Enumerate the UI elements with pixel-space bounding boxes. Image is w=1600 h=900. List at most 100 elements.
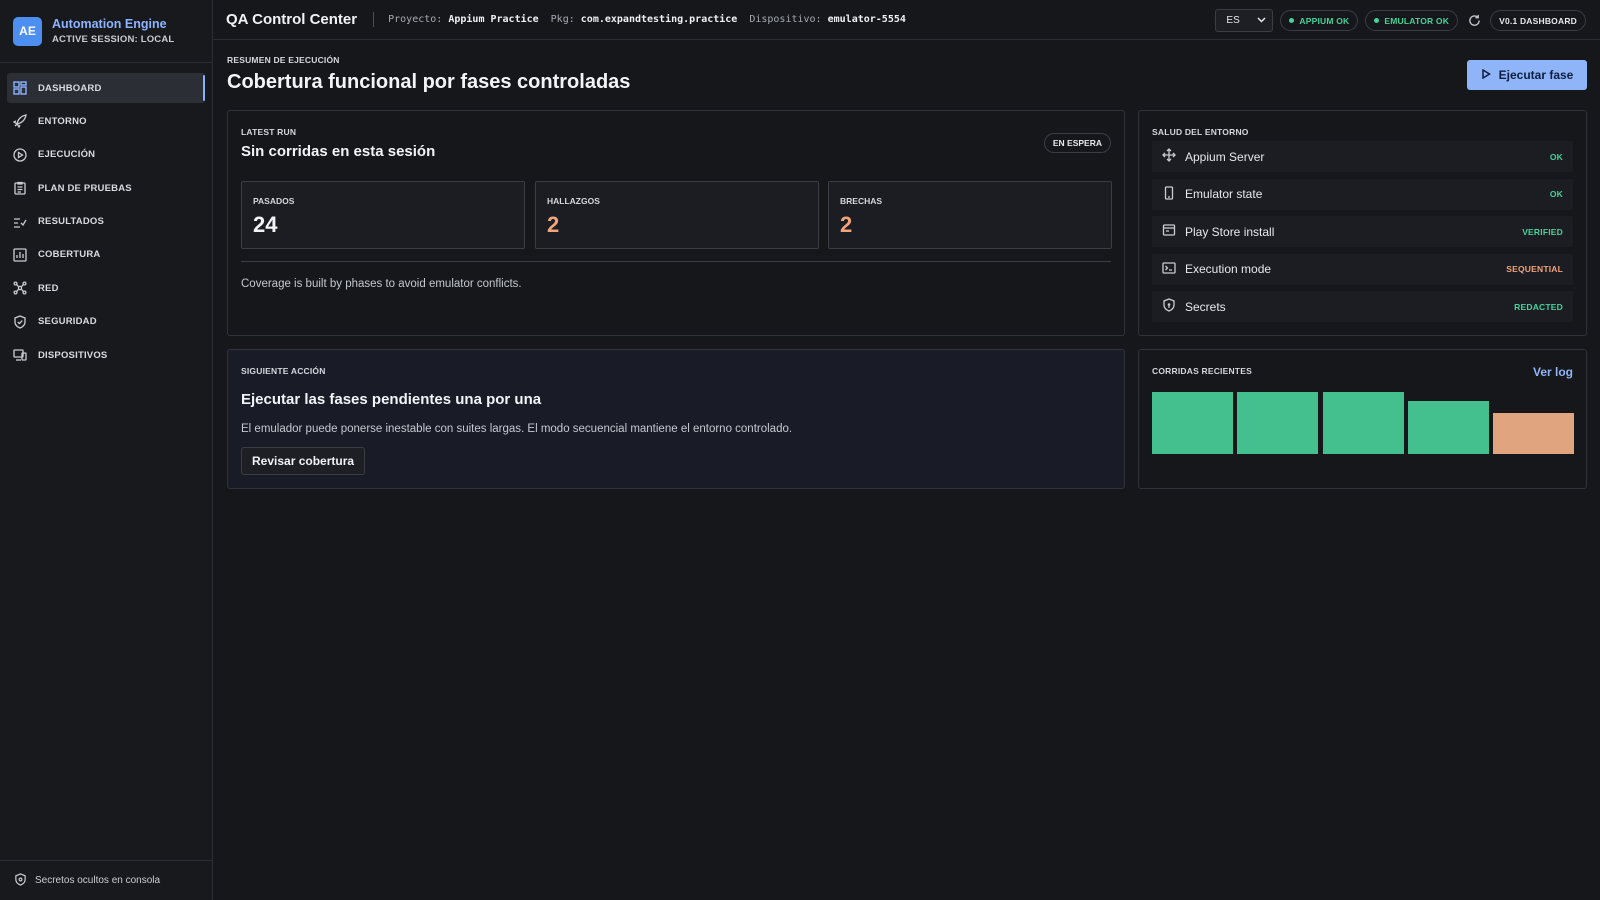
sidebar-item-label: SEGURIDAD [38,316,97,328]
device-value: emulator-5554 [827,14,906,25]
sidebar-item-label: RESULTADOS [38,216,105,228]
recent-runs-bars [1152,392,1574,454]
terminal-icon [1162,261,1185,278]
view-log-link[interactable]: Ver log [1533,365,1573,379]
brand-logo: AE [13,16,42,46]
health-label: Appium Server [1185,149,1265,164]
metric-value: 24 [253,212,278,237]
metric-gaps: BRECHAS 2 [828,181,1112,249]
shield-lock-icon [14,872,35,889]
sidebar-item-red[interactable]: RED [7,273,205,303]
sidebar-item-label: ENTORNO [38,115,87,127]
latest-run-card: LATEST RUN Sin corridas en esta sesión E… [227,110,1125,336]
review-coverage-button[interactable]: Revisar cobertura [241,447,366,475]
recent-runs-card: CORRIDAS RECIENTES Ver log [1138,349,1587,489]
move-arrows-icon [1162,148,1185,165]
next-action-title: Ejecutar las fases pendientes una por un… [241,391,542,408]
project-label: Proyecto: [388,14,443,25]
metric-passed: PASADOS 24 [241,181,525,249]
project-value: Appium Practice [448,14,539,25]
topbar: QA Control Center Proyecto: Appium Pract… [213,0,1600,40]
sidebar-item-label: RED [38,282,59,294]
project-info: Proyecto: Appium Practice [388,14,539,25]
bar-chart-icon [13,248,27,262]
phone-icon [1162,185,1185,203]
metric-value: 2 [547,212,560,237]
sidebar-item-seguridad[interactable]: SEGURIDAD [7,307,205,337]
brand: AE Automation Engine ACTIVE SESSION: LOC… [0,0,212,63]
sidebar-item-ejecucion[interactable]: EJECUCIÓN [7,140,205,170]
health-status: SEQUENTIAL [1506,264,1563,274]
device-info: Dispositivo: emulator-5554 [749,14,906,25]
sidebar-item-label: DASHBOARD [38,82,102,94]
sidebar-item-label: COBERTURA [38,249,101,261]
sidebar-item-cobertura[interactable]: COBERTURA [7,240,205,270]
sidebar: AE Automation Engine ACTIVE SESSION: LOC… [0,0,213,900]
recent-run-bar [1237,392,1319,454]
status-dot [1289,18,1295,23]
package-info: Pkg: com.expandtesting.practice [551,14,738,25]
environment-health-card: SALUD DEL ENTORNO Appium Server OK Emula… [1138,110,1587,336]
metric-label: BRECHAS [840,196,883,206]
health-row-execution-mode: Execution mode SEQUENTIAL [1152,253,1573,285]
network-icon [13,281,27,295]
sidebar-item-resultados[interactable]: RESULTADOS [7,207,205,237]
divider [241,261,1111,262]
health-status: OK [1549,151,1563,162]
version-text: V0.1 DASHBOARD [1499,15,1577,26]
health-label: Emulator state [1185,187,1263,201]
health-label: Execution mode [1185,262,1272,276]
recent-run-bar [1152,392,1233,454]
devices-icon [13,348,27,362]
emulator-status-text: EMULATOR OK [1384,15,1450,26]
sidebar-item-label: PLAN DE PRUEBAS [38,182,132,194]
language-value: ES [1226,15,1240,26]
store-icon [1162,223,1185,240]
brand-title: Automation Engine [52,17,167,31]
metric-label: PASADOS [253,196,295,206]
sidebar-item-label: EJECUCIÓN [38,149,96,161]
status-dot [1374,18,1380,23]
card-eyebrow: SIGUIENTE ACCIÓN [241,366,326,376]
shield-lock-icon [1162,298,1185,315]
chevron-down-icon [1257,15,1266,26]
sidebar-item-dispositivos[interactable]: DISPOSITIVOS [7,340,205,370]
app-title: QA Control Center [226,11,358,28]
health-row-play-store: Play Store install VERIFIED [1152,216,1573,247]
appium-status-badge: APPIUM OK [1280,10,1359,31]
checklist-icon [13,215,27,229]
footer-note: Secretos ocultos en consola [35,875,161,886]
play-icon [1481,68,1499,82]
health-row-appium: Appium Server OK [1152,141,1573,172]
shield-check-icon [13,315,27,329]
grid-icon [13,81,27,95]
refresh-icon[interactable] [1465,12,1483,30]
recent-run-bar [1322,392,1404,454]
health-status: REDACTED [1514,301,1563,312]
card-eyebrow: LATEST RUN [241,127,297,137]
clipboard-icon [13,181,27,195]
recent-run-bar [1493,413,1574,454]
next-action-description: El emulador puede ponerse inestable con … [241,423,793,435]
device-label: Dispositivo: [749,14,822,25]
page-eyebrow: RESUMEN DE EJECUCIÓN [227,55,340,65]
sidebar-item-plan-de-pruebas[interactable]: PLAN DE PRUEBAS [7,173,205,203]
language-select[interactable]: ES [1215,9,1274,32]
card-eyebrow: CORRIDAS RECIENTES [1152,366,1252,376]
sidebar-item-dashboard[interactable]: DASHBOARD [7,73,205,103]
pkg-value: com.expandtesting.practice [580,14,738,25]
version-badge: V0.1 DASHBOARD [1490,10,1586,31]
appium-status-text: APPIUM OK [1299,15,1350,26]
sidebar-footer: Secretos ocultos en consola [0,860,212,900]
page-title: Cobertura funcional por fases controlada… [227,71,631,93]
sidebar-nav: DASHBOARD ENTORNO EJECUCIÓN PLAN DE PRUE… [0,63,212,370]
recent-run-bar [1407,401,1489,454]
run-phase-button[interactable]: Ejecutar fase [1467,60,1587,90]
play-circle-icon [13,148,27,162]
metric-findings: HALLAZGOS 2 [535,181,819,249]
health-row-emulator: Emulator state OK [1152,178,1573,210]
sidebar-item-entorno[interactable]: ENTORNO [7,106,205,136]
run-phase-label: Ejecutar fase [1498,68,1574,82]
metric-label: HALLAZGOS [547,196,600,206]
card-eyebrow: SALUD DEL ENTORNO [1152,127,1249,137]
